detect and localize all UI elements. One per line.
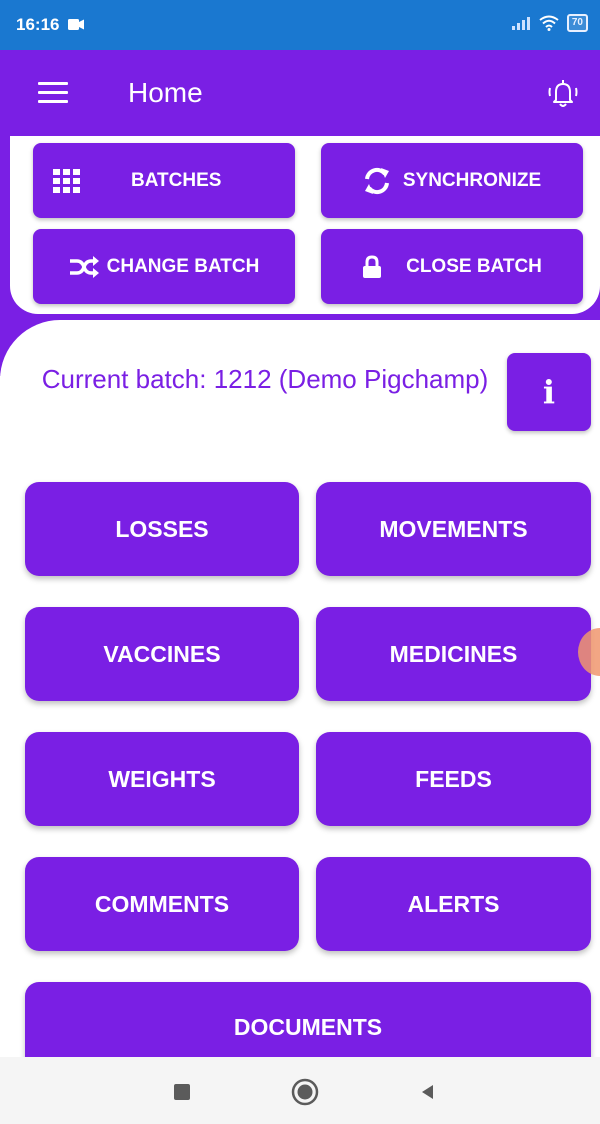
lock-icon <box>363 254 382 278</box>
grid-icon <box>53 168 80 193</box>
alerts-button[interactable]: ALERTS <box>316 857 591 951</box>
change-batch-label: CHANGE BATCH <box>106 255 260 277</box>
back-triangle-icon[interactable] <box>420 1084 436 1100</box>
page-title: Home <box>128 77 203 108</box>
synchronize-label: SYNCHRONIZE <box>402 169 542 191</box>
medicines-button[interactable]: MEDICINES <box>316 607 591 701</box>
app-bar: Home <box>0 50 600 136</box>
signal-icon <box>511 17 530 30</box>
info-button[interactable]: i <box>507 353 591 431</box>
status-time: 16:16 <box>16 15 60 34</box>
sync-icon <box>364 167 389 194</box>
losses-button[interactable]: LOSSES <box>25 482 299 576</box>
home-circle-icon[interactable] <box>291 1078 319 1106</box>
synchronize-button[interactable]: SYNCHRONIZE <box>321 143 583 218</box>
feeds-button[interactable]: FEEDS <box>316 732 591 826</box>
current-batch-text: Current batch: 1212 (Demo Pigchamp) <box>41 364 489 394</box>
alarm-bell-icon[interactable] <box>546 78 580 110</box>
recents-square-icon[interactable] <box>174 1084 190 1100</box>
battery-icon: 70 <box>566 14 588 32</box>
change-batch-button[interactable]: CHANGE BATCH <box>33 229 295 304</box>
close-batch-button[interactable]: CLOSE BATCH <box>321 229 583 304</box>
info-icon: i <box>542 373 556 411</box>
vaccines-button[interactable]: VACCINES <box>25 607 299 701</box>
shuffle-icon <box>69 255 99 278</box>
comments-button[interactable]: COMMENTS <box>25 857 299 951</box>
weights-button[interactable]: WEIGHTS <box>25 732 299 826</box>
status-bar: 16:16 70 <box>0 0 600 50</box>
hamburger-menu-icon[interactable] <box>38 82 68 104</box>
batches-label: BATCHES <box>131 169 222 191</box>
navigation-bar <box>0 1057 600 1124</box>
batches-button[interactable]: BATCHES <box>33 143 295 218</box>
wifi-icon <box>539 15 559 31</box>
close-batch-label: CLOSE BATCH <box>406 255 542 277</box>
movements-button[interactable]: MOVEMENTS <box>316 482 591 576</box>
video-camera-icon <box>68 19 84 30</box>
